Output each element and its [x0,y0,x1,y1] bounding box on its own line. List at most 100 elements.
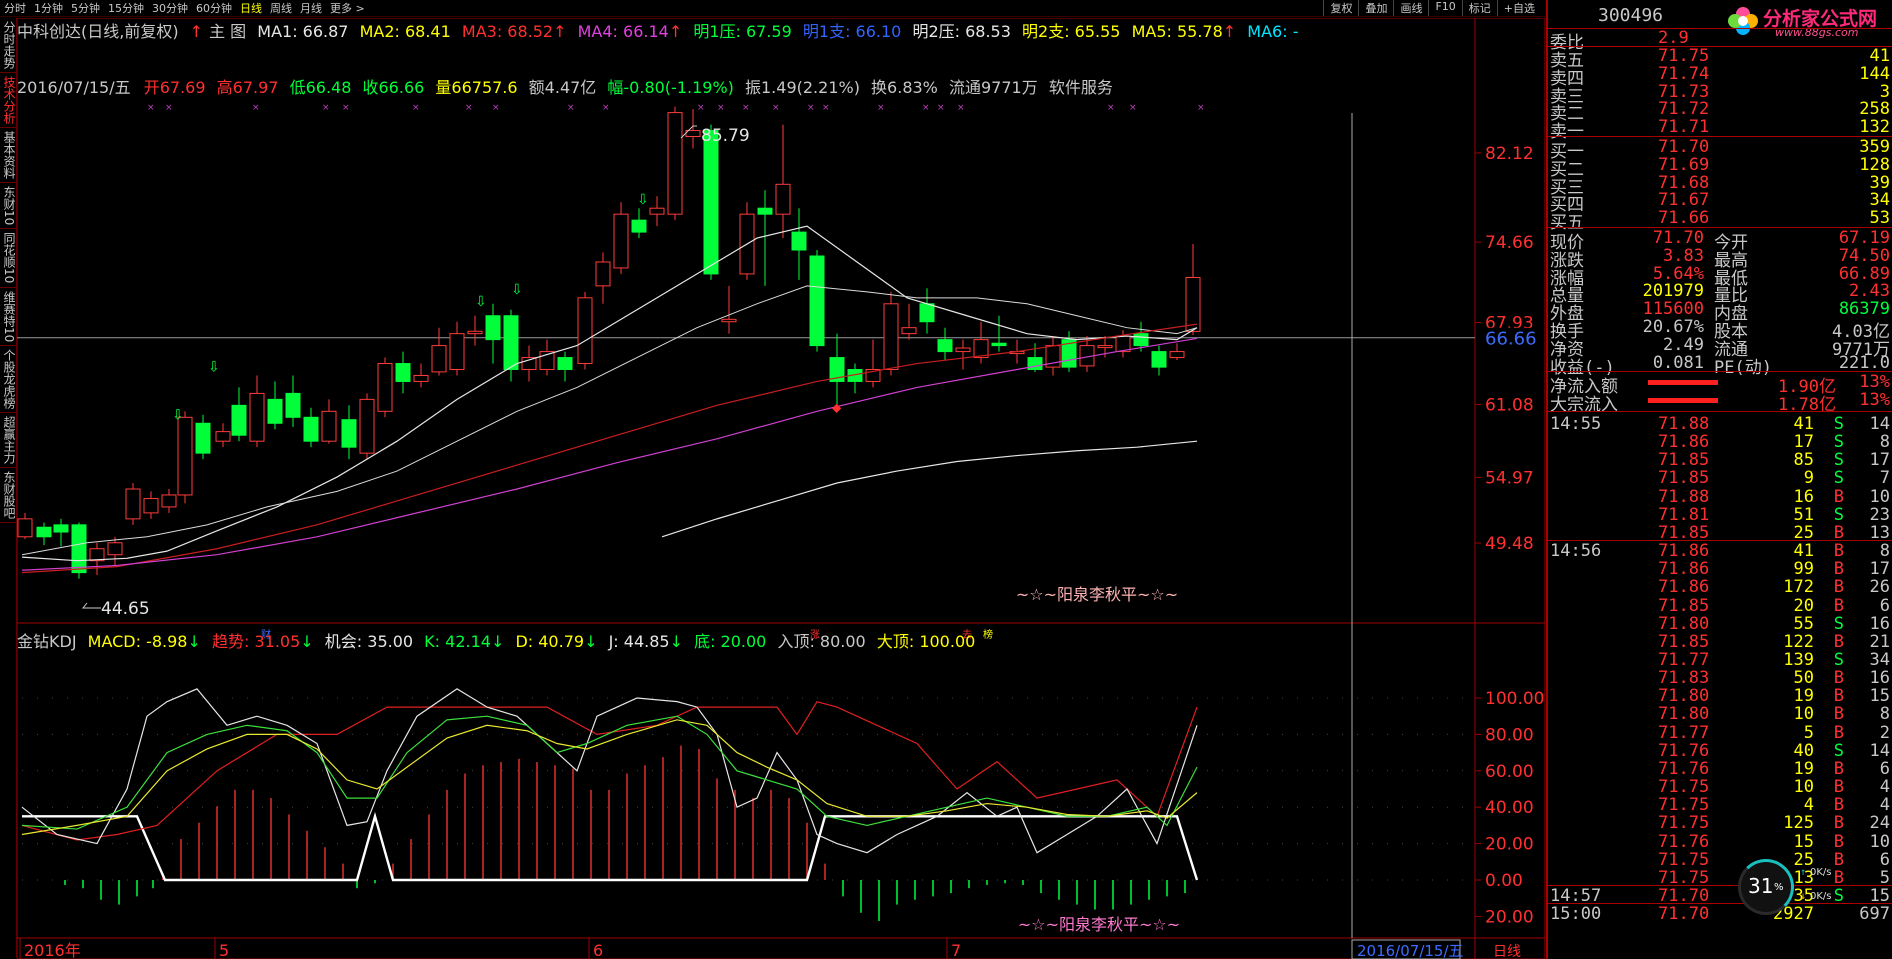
up-arrow-icon: ↑ [189,22,204,41]
tick-price: 71.83 [1658,668,1710,689]
toolbar-action-button[interactable]: F10 [1428,0,1461,16]
tick-side: S [1833,432,1844,453]
price-axis-label: 49.48 [1485,534,1534,554]
tick-time: 14:56 [1550,541,1602,562]
tick-count: 8 [1879,704,1890,725]
tick-volume: 15 [1793,831,1814,852]
up-candle [667,112,683,215]
period-tab[interactable]: 5分钟 [67,0,104,16]
up-candle [467,330,483,335]
mark-x-icon: × [772,103,780,113]
mark-x-icon: × [567,103,575,113]
left-tab[interactable]: 东财股吧 [0,468,17,523]
tick-side: B [1833,631,1844,652]
tick-price: 71.85 [1658,631,1710,652]
tick-volume: 125 [1783,813,1814,834]
tick-side: B [1833,758,1844,779]
left-tab[interactable]: 基本资料 [0,128,17,183]
toolbar-action-button[interactable]: +自选 [1496,0,1541,16]
open-value: 67.69 [159,78,206,97]
ming1zhi-value: 明1支: 66.10 [802,22,902,41]
tick-volume: 41 [1793,414,1814,434]
left-tab[interactable]: 东财10 [0,183,17,230]
up-candle [1097,345,1113,349]
mark-x-icon: × [922,103,930,113]
d-value: D: 40.79 [515,632,585,651]
tick-side: B [1833,577,1844,598]
tick-volume: 4 [1803,795,1814,816]
tick-side: B [1833,595,1844,616]
peak-label: 85.79 [701,126,750,146]
indicator-name[interactable]: 金钻KDJ [17,632,77,651]
period-label[interactable]: 日线 [1493,944,1521,959]
ma4-up-icon: ↑ [668,22,683,41]
toolbar-action-button[interactable]: 叠加 [1358,0,1393,16]
j-down-icon: ↓ [669,632,683,651]
left-tab[interactable]: 维赛特10 [0,288,17,346]
trend-value: 趋势: 31.05 [211,632,301,651]
left-tab[interactable]: 技术分析 [0,73,17,128]
tick-volume: 85 [1793,450,1814,471]
tick-side: S [1833,468,1844,489]
left-tab[interactable]: 分时走势 [0,18,17,73]
time-axis-label: 2016年 [24,941,81,959]
tick-side: B [1833,541,1844,562]
flow-percent: 13% [1859,390,1890,411]
mark-x-icon: × [937,103,945,113]
toolbar-actions: 复权 叠加 画线 F10 标记 +自选 [1323,0,1541,16]
tick-count: 17 [1869,559,1890,580]
tick-price: 71.88 [1658,414,1710,434]
tick-side: B [1833,813,1844,834]
j-value: J: 44.85 [608,632,670,651]
toolbar-action-button[interactable]: 画线 [1393,0,1428,16]
tick-side: B [1833,777,1844,798]
toolbar-action-button[interactable]: 标记 [1461,0,1497,16]
down-candle [631,219,647,233]
tick-price: 71.85 [1658,468,1710,489]
tick-count: 8 [1879,541,1890,562]
period-tab[interactable]: 日线 [236,0,266,16]
down-candle [285,392,301,418]
period-tab[interactable]: 1分钟 [30,0,67,16]
up-candle [215,431,231,442]
ma4-value: MA4: 66.14 [577,22,669,41]
kline-svg[interactable]: 82.1274.6667.9361.0854.9749.4866.66⇩⇩⇩⇩⇩… [17,18,1545,959]
period-tab[interactable]: 30分钟 [148,0,192,16]
tick-volume: 139 [1783,650,1814,671]
ma-magenta [21,337,1198,571]
indicator-axis-label: 20.00 [1485,907,1534,927]
amplitude-value: 振1.49(2.21%) [745,78,860,97]
tick-price: 71.70 [1658,904,1710,925]
down-candle [395,363,411,382]
left-tab[interactable]: 超赢主力 [0,413,17,468]
left-tab[interactable]: 同花顺10 [0,229,17,288]
close-label: 收 [362,78,379,97]
left-tab[interactable]: 个股龙虎榜 [0,346,17,413]
period-tab[interactable]: 分时 [0,0,30,16]
bid-volume: 53 [1869,208,1890,229]
tick-count: 10 [1869,831,1890,852]
open-label: 开 [143,78,160,97]
period-tab[interactable]: 60分钟 [192,0,236,16]
indicator-axis-label: 40.00 [1485,798,1534,818]
tick-count: 8 [1879,432,1890,453]
down-candle [485,315,501,341]
tick-volume: 19 [1793,758,1814,779]
period-tab[interactable]: 月线 [296,0,326,16]
tick-count: 16 [1869,668,1890,689]
tick-side: B [1833,486,1844,507]
tick-price: 71.75 [1658,849,1710,870]
event-tag[interactable]: 榜 [983,628,993,641]
speed-percent: 31 [1748,874,1774,898]
period-tab[interactable]: 15分钟 [104,0,148,16]
main-label: 主 图 [209,22,247,41]
period-tab[interactable]: 周线 [266,0,296,16]
tick-price: 71.86 [1658,432,1710,453]
period-tab[interactable]: 更多 > [326,0,369,16]
tick-volume: 50 [1793,668,1814,689]
mark-x-icon: × [1129,103,1137,113]
tick-side: S [1833,740,1844,761]
toolbar-action-button[interactable]: 复权 [1323,0,1358,16]
low-pointer [81,602,101,609]
up-candle [613,213,629,269]
